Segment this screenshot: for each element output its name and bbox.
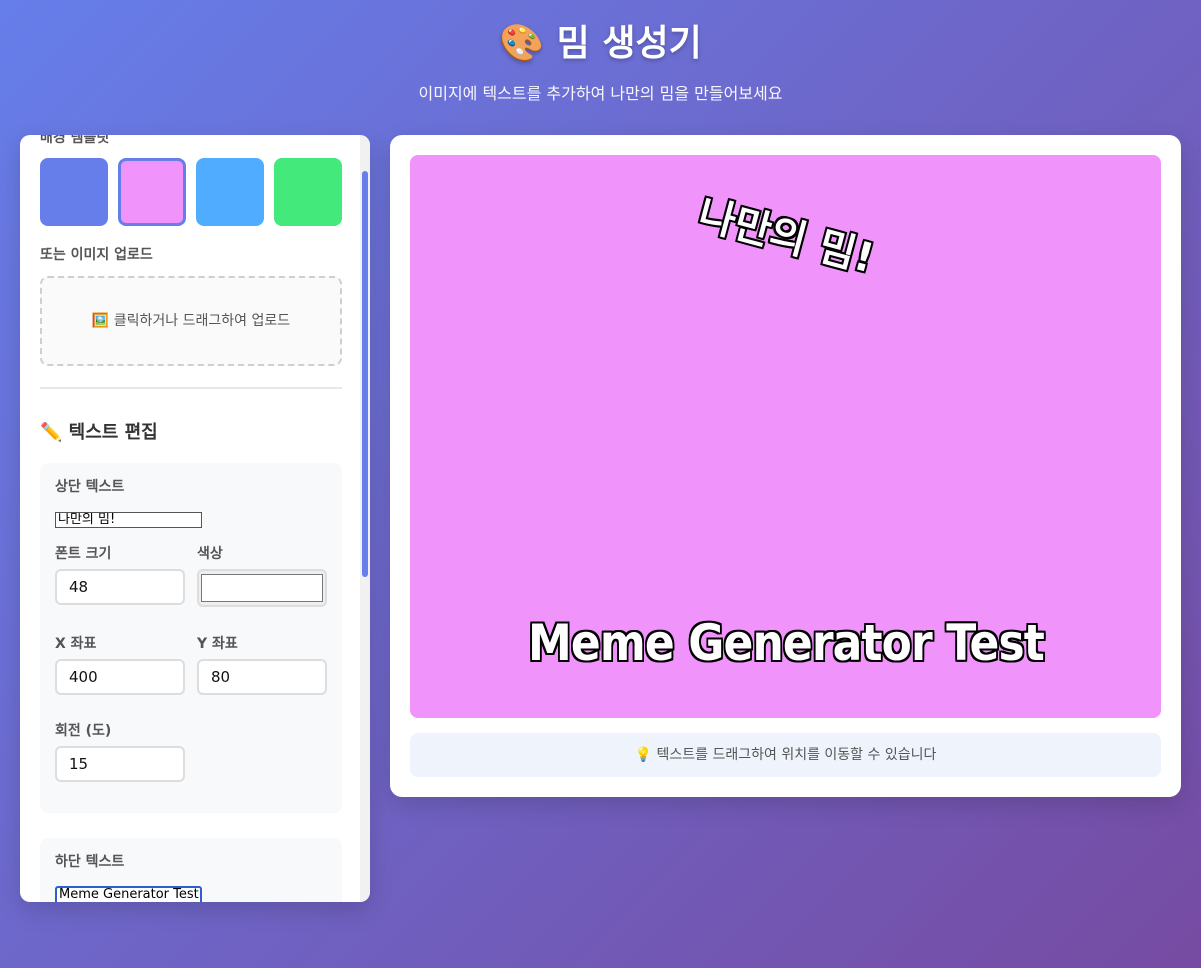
template-swatch-blue[interactable]: [40, 158, 108, 226]
editor-sidebar[interactable]: 배경 템플릿 또는 이미지 업로드 🖼️ 클릭하거나 드래그하여 업로드 ✏️ …: [20, 135, 370, 902]
preview-panel: 나만의 밈! Meme Generator Test 💡 텍스트를 드래그하여 …: [390, 135, 1181, 797]
text-edit-title: ✏️ 텍스트 편집: [40, 422, 158, 443]
template-swatch-sky[interactable]: [196, 158, 264, 226]
bottom-text-label: 하단 텍스트: [55, 854, 125, 870]
sidebar-scrollbar-thumb[interactable]: [362, 171, 368, 577]
page-title: 🎨 밈 생성기: [499, 23, 702, 64]
color-picker[interactable]: [197, 569, 327, 607]
bottom-text-input[interactable]: Meme Generator Test: [55, 886, 202, 902]
meme-canvas[interactable]: 나만의 밈! Meme Generator Test: [410, 155, 1161, 718]
image-upload-dropzone[interactable]: 🖼️ 클릭하거나 드래그하여 업로드: [40, 276, 342, 366]
top-text-label: 상단 텍스트: [55, 479, 125, 495]
drag-hint: 💡 텍스트를 드래그하여 위치를 이동할 수 있습니다: [410, 733, 1161, 777]
x-coordinate-label: X 좌표: [55, 636, 97, 652]
font-size-input[interactable]: 48: [55, 569, 185, 605]
rotation-input[interactable]: 15: [55, 746, 185, 782]
page-subtitle: 이미지에 텍스트를 추가하여 나만의 밈을 만들어보세요: [418, 84, 783, 103]
bottom-text-card: 하단 텍스트 Meme Generator Test: [40, 838, 342, 902]
color-picker-swatch: [201, 574, 323, 602]
y-coordinate-label: Y 좌표: [197, 636, 238, 652]
rotation-label: 회전 (도): [55, 723, 112, 739]
sidebar-scrollbar[interactable]: [360, 135, 370, 902]
y-coordinate-input[interactable]: 80: [197, 659, 327, 695]
upload-label: 또는 이미지 업로드: [40, 247, 153, 263]
meme-bottom-text[interactable]: Meme Generator Test: [528, 614, 1045, 672]
font-size-label: 폰트 크기: [55, 546, 112, 562]
top-text-card: 상단 텍스트 나만의 밈! 폰트 크기 48 색상 X 좌표 400 Y 좌표 …: [40, 463, 342, 813]
template-swatch-green[interactable]: [274, 158, 342, 226]
sidebar-content: 배경 템플릿 또는 이미지 업로드 🖼️ 클릭하거나 드래그하여 업로드 ✏️ …: [20, 135, 360, 902]
color-label: 색상: [197, 546, 223, 562]
template-swatch-pink[interactable]: [118, 158, 186, 226]
upload-text: 🖼️ 클릭하거나 드래그하여 업로드: [91, 313, 291, 329]
background-templates-label: 배경 템플릿: [40, 135, 110, 146]
meme-top-text[interactable]: 나만의 밈!: [693, 182, 881, 284]
top-text-input[interactable]: 나만의 밈!: [55, 512, 202, 528]
divider: [40, 387, 342, 389]
x-coordinate-input[interactable]: 400: [55, 659, 185, 695]
